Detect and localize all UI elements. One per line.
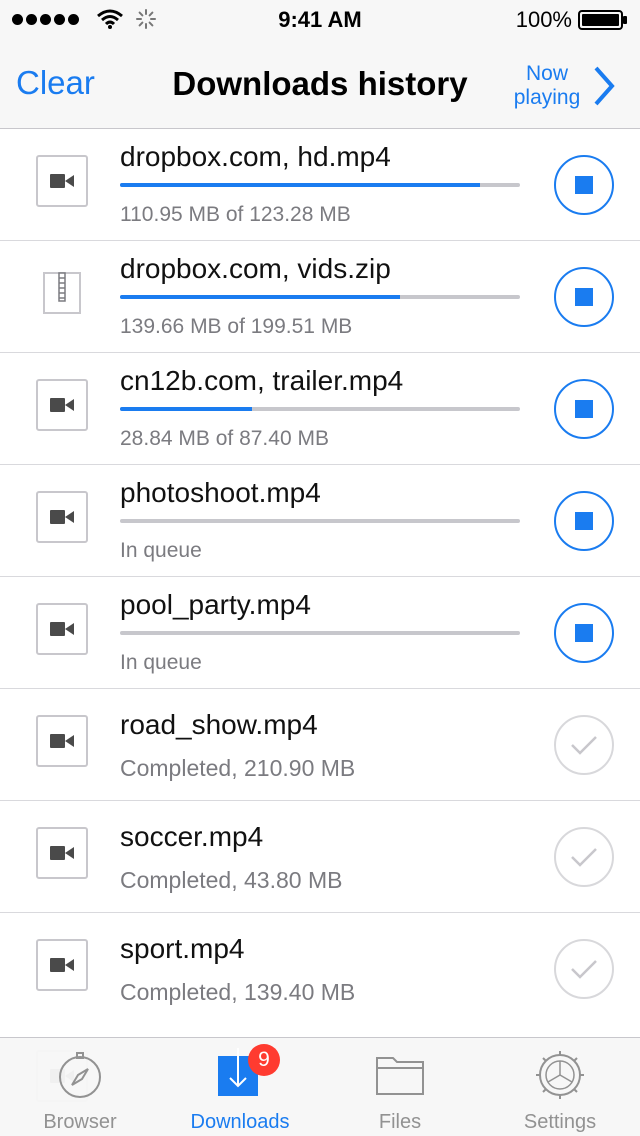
checkmark-icon xyxy=(571,848,597,867)
battery-icon xyxy=(578,10,627,30)
download-filename: cn12b.com, trailer.mp4 xyxy=(120,365,404,396)
stop-icon xyxy=(575,288,593,306)
video-file-thumbnail xyxy=(36,379,88,431)
download-progress-bar xyxy=(120,631,520,635)
video-camera-icon xyxy=(50,734,74,748)
navigation-bar: Clear Downloads history Now playing xyxy=(0,40,640,129)
tab-browser-label: Browser xyxy=(43,1111,117,1133)
stop-icon xyxy=(575,400,593,418)
download-progress-bar xyxy=(120,183,520,187)
downloads-badge: 9 xyxy=(248,1044,280,1076)
video-file-thumbnail xyxy=(36,491,88,543)
stop-download-button[interactable] xyxy=(554,491,614,551)
now-playing-label-line1: Now xyxy=(525,62,568,85)
stop-download-button[interactable] xyxy=(554,603,614,663)
download-filename: soccer.mp4 xyxy=(120,821,264,852)
stop-icon xyxy=(575,176,593,194)
download-progress-fill xyxy=(120,407,252,411)
compass-icon xyxy=(59,1052,101,1098)
video-camera-icon xyxy=(50,958,74,972)
completed-indicator xyxy=(554,715,614,775)
tab-downloads[interactable]: 9 Downloads xyxy=(160,1038,320,1136)
completed-indicator xyxy=(554,827,614,887)
battery-percent: 100% xyxy=(515,7,572,32)
download-row[interactable]: soccer.mp4 Completed, 43.80 MB xyxy=(0,801,640,913)
stop-icon xyxy=(575,624,593,642)
video-camera-icon xyxy=(50,398,74,412)
checkmark-icon xyxy=(571,736,597,755)
video-camera-icon xyxy=(50,622,74,636)
tab-settings-label: Settings xyxy=(523,1111,597,1133)
download-row[interactable]: pool_party.mp4 In queue xyxy=(0,577,640,689)
download-detail: Completed, 139.40 MB xyxy=(120,979,356,1005)
status-bar: 9:41 AM 100% xyxy=(0,0,640,40)
download-progress-fill xyxy=(120,295,400,299)
video-camera-icon xyxy=(50,510,74,524)
download-detail: In queue xyxy=(120,539,202,562)
tab-downloads-label: Downloads xyxy=(190,1111,290,1133)
download-row[interactable]: dropbox.com, hd.mp4 110.95 MB of 123.28 M… xyxy=(0,129,640,241)
download-detail: 139.66 MB of 199.51 MB xyxy=(120,315,353,338)
chevron-right-icon xyxy=(594,66,615,106)
download-progress-bar xyxy=(120,407,520,411)
download-progress-fill xyxy=(120,183,480,187)
download-row[interactable]: road_show.mp4 Completed, 210.90 MB xyxy=(0,689,640,801)
tab-bar: Browser 9 Downloads Files Settings xyxy=(0,1037,640,1136)
video-file-thumbnail xyxy=(36,827,88,879)
download-row[interactable]: dropbox.com, vids.zip 139.66 MB of 199.51… xyxy=(0,241,640,353)
now-playing-button[interactable]: Now playing xyxy=(511,62,615,110)
download-filename: dropbox.com, vids.zip xyxy=(120,253,391,284)
video-camera-icon xyxy=(50,846,74,860)
stop-download-button[interactable] xyxy=(554,267,614,327)
download-filename: sport.mp4 xyxy=(120,933,245,964)
now-playing-label-line2: playing xyxy=(513,86,581,109)
download-row[interactable]: photoshoot.mp4 In queue xyxy=(0,465,640,577)
tab-browser[interactable]: Browser xyxy=(0,1038,160,1136)
download-filename: pool_party.mp4 xyxy=(120,589,311,620)
download-detail: Completed, 43.80 MB xyxy=(120,867,343,893)
video-camera-icon xyxy=(50,174,74,188)
download-progress-bar xyxy=(120,519,520,523)
completed-indicator xyxy=(554,939,614,999)
gear-icon xyxy=(536,1051,584,1099)
archive-zip-icon xyxy=(43,272,81,314)
video-file-thumbnail xyxy=(36,715,88,767)
download-progress-bar xyxy=(120,295,520,299)
download-filename: photoshoot.mp4 xyxy=(120,477,321,508)
video-file-thumbnail xyxy=(36,939,88,991)
download-detail: Completed, 210.90 MB xyxy=(120,755,356,781)
stop-icon xyxy=(575,512,593,530)
folder-icon xyxy=(376,1057,424,1095)
archive-file-thumbnail xyxy=(36,267,88,319)
stop-download-button[interactable] xyxy=(554,379,614,439)
checkmark-icon xyxy=(571,960,597,979)
stop-download-button[interactable] xyxy=(554,155,614,215)
download-filename: road_show.mp4 xyxy=(120,709,318,740)
video-file-thumbnail xyxy=(36,603,88,655)
tab-files-label: Files xyxy=(378,1111,422,1133)
download-row[interactable]: sport.mp4 Completed, 139.40 MB xyxy=(0,913,640,1025)
download-detail: 28.84 MB of 87.40 MB xyxy=(120,427,329,450)
tab-files[interactable]: Files xyxy=(320,1038,480,1136)
video-file-thumbnail xyxy=(36,155,88,207)
tab-settings[interactable]: Settings xyxy=(480,1038,640,1136)
download-detail: In queue xyxy=(120,651,202,674)
downloads-list: dropbox.com, hd.mp4 110.95 MB of 123.28 M… xyxy=(0,129,640,1025)
download-filename: dropbox.com, hd.mp4 xyxy=(120,141,391,172)
download-detail: 110.95 MB of 123.28 MB xyxy=(120,203,351,226)
download-row[interactable]: cn12b.com, trailer.mp4 28.84 MB of 87.40 … xyxy=(0,353,640,465)
